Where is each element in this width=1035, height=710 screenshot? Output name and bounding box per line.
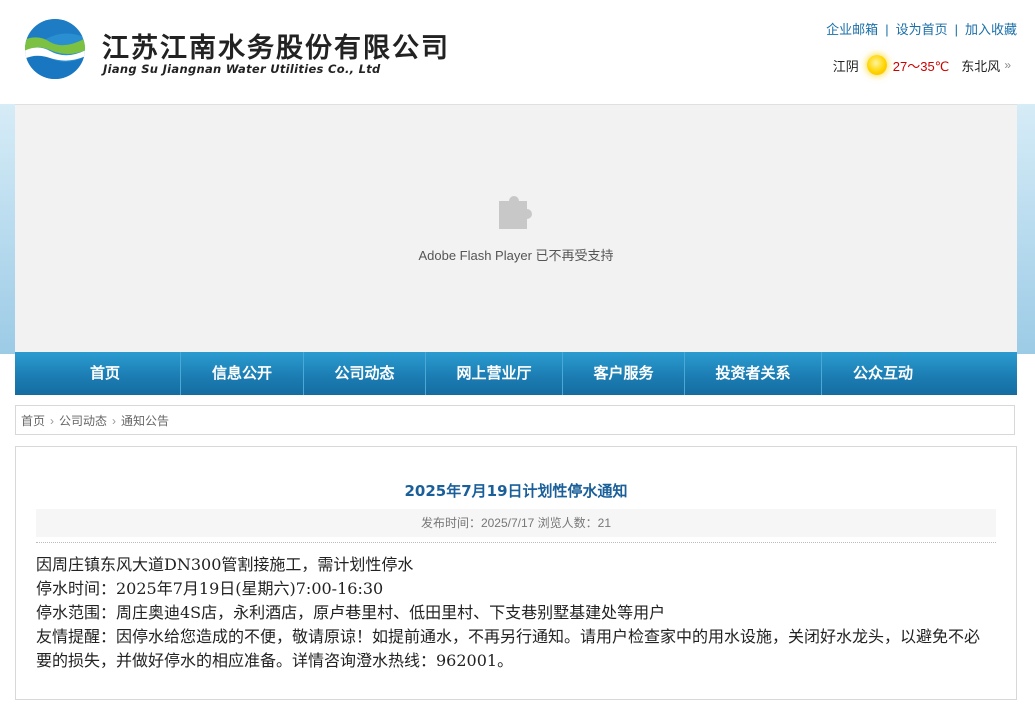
breadcrumb: 首页 › 公司动态 › 通知公告 xyxy=(15,405,1015,435)
top-links: 企业邮箱 | 设为首页 | 加入收藏 xyxy=(826,19,1017,38)
article-paragraph: 因周庄镇东风大道DN300管割接施工，需计划性停水 xyxy=(36,555,414,574)
nav-item-public-interaction[interactable]: 公众互动 xyxy=(822,352,944,395)
article-meta: 发布时间：2025/7/17 浏览人数：21 xyxy=(36,509,996,537)
nav-item-customer-service[interactable]: 客户服务 xyxy=(563,352,685,395)
nav-item-info-disclosure[interactable]: 信息公开 xyxy=(181,352,304,395)
set-homepage-link[interactable]: 设为首页 xyxy=(896,22,948,37)
plugin-icon xyxy=(499,196,532,229)
double-chevron-right-icon[interactable]: » xyxy=(1004,58,1011,72)
weather-temp: 27～35℃ xyxy=(892,58,950,74)
nav-item-company-news[interactable]: 公司动态 xyxy=(304,352,426,395)
article-paragraph: 友情提醒：因停水给您造成的不便，敬请原谅！如提前通水，不再另行通知。请用户检查家… xyxy=(36,627,981,670)
link-separator: | xyxy=(954,22,958,37)
article-body: 因周庄镇东风大道DN300管割接施工，需计划性停水 停水时间：2025年7月19… xyxy=(36,553,981,673)
divider xyxy=(36,542,996,543)
breadcrumb-company-news[interactable]: 公司动态 xyxy=(59,414,107,428)
nav-item-online-service-hall[interactable]: 网上营业厅 xyxy=(426,352,563,395)
chevron-right-icon: › xyxy=(112,414,117,428)
flash-banner: Adobe Flash Player 已不再受支持 xyxy=(15,104,1017,353)
chevron-right-icon: › xyxy=(50,414,55,428)
nav-item-investor-relations[interactable]: 投资者关系 xyxy=(685,352,822,395)
article-panel: 2025年7月19日计划性停水通知 发布时间：2025/7/17 浏览人数：21… xyxy=(15,446,1017,700)
article-paragraph: 停水时间：2025年7月19日(星期六)7:00-16:30 xyxy=(36,579,384,598)
company-name-en: Jiang Su Jiangnan Water Utilities Co., L… xyxy=(103,62,381,76)
site-header: 江苏江南水务股份有限公司 Jiang Su Jiangnan Water Uti… xyxy=(0,0,1035,104)
weather-widget: 江阴 27～35℃ 东北风 » xyxy=(833,55,1011,75)
flash-unsupported-message: Adobe Flash Player 已不再受支持 xyxy=(418,248,614,263)
article-title: 2025年7月19日计划性停水通知 xyxy=(404,482,628,500)
email-link[interactable]: 企业邮箱 xyxy=(826,22,878,37)
breadcrumb-home[interactable]: 首页 xyxy=(21,414,45,428)
nav-item-home[interactable]: 首页 xyxy=(15,352,181,395)
company-logo-icon[interactable] xyxy=(24,18,86,80)
add-favorite-link[interactable]: 加入收藏 xyxy=(965,22,1017,37)
breadcrumb-notices[interactable]: 通知公告 xyxy=(121,414,169,428)
sun-icon xyxy=(866,55,887,75)
weather-city: 江阴 xyxy=(832,58,859,74)
link-separator: | xyxy=(885,22,889,37)
article-paragraph: 停水范围：周庄奥迪4S店，永利酒店，原卢巷里村、低田里村、下支巷别墅基建处等用户 xyxy=(36,603,666,622)
company-name-cn: 江苏江南水务股份有限公司 xyxy=(102,33,450,64)
weather-wind: 东北风 xyxy=(961,58,1001,74)
main-nav: 首页 信息公开 公司动态 网上营业厅 客户服务 投资者关系 公众互动 xyxy=(15,352,1017,395)
